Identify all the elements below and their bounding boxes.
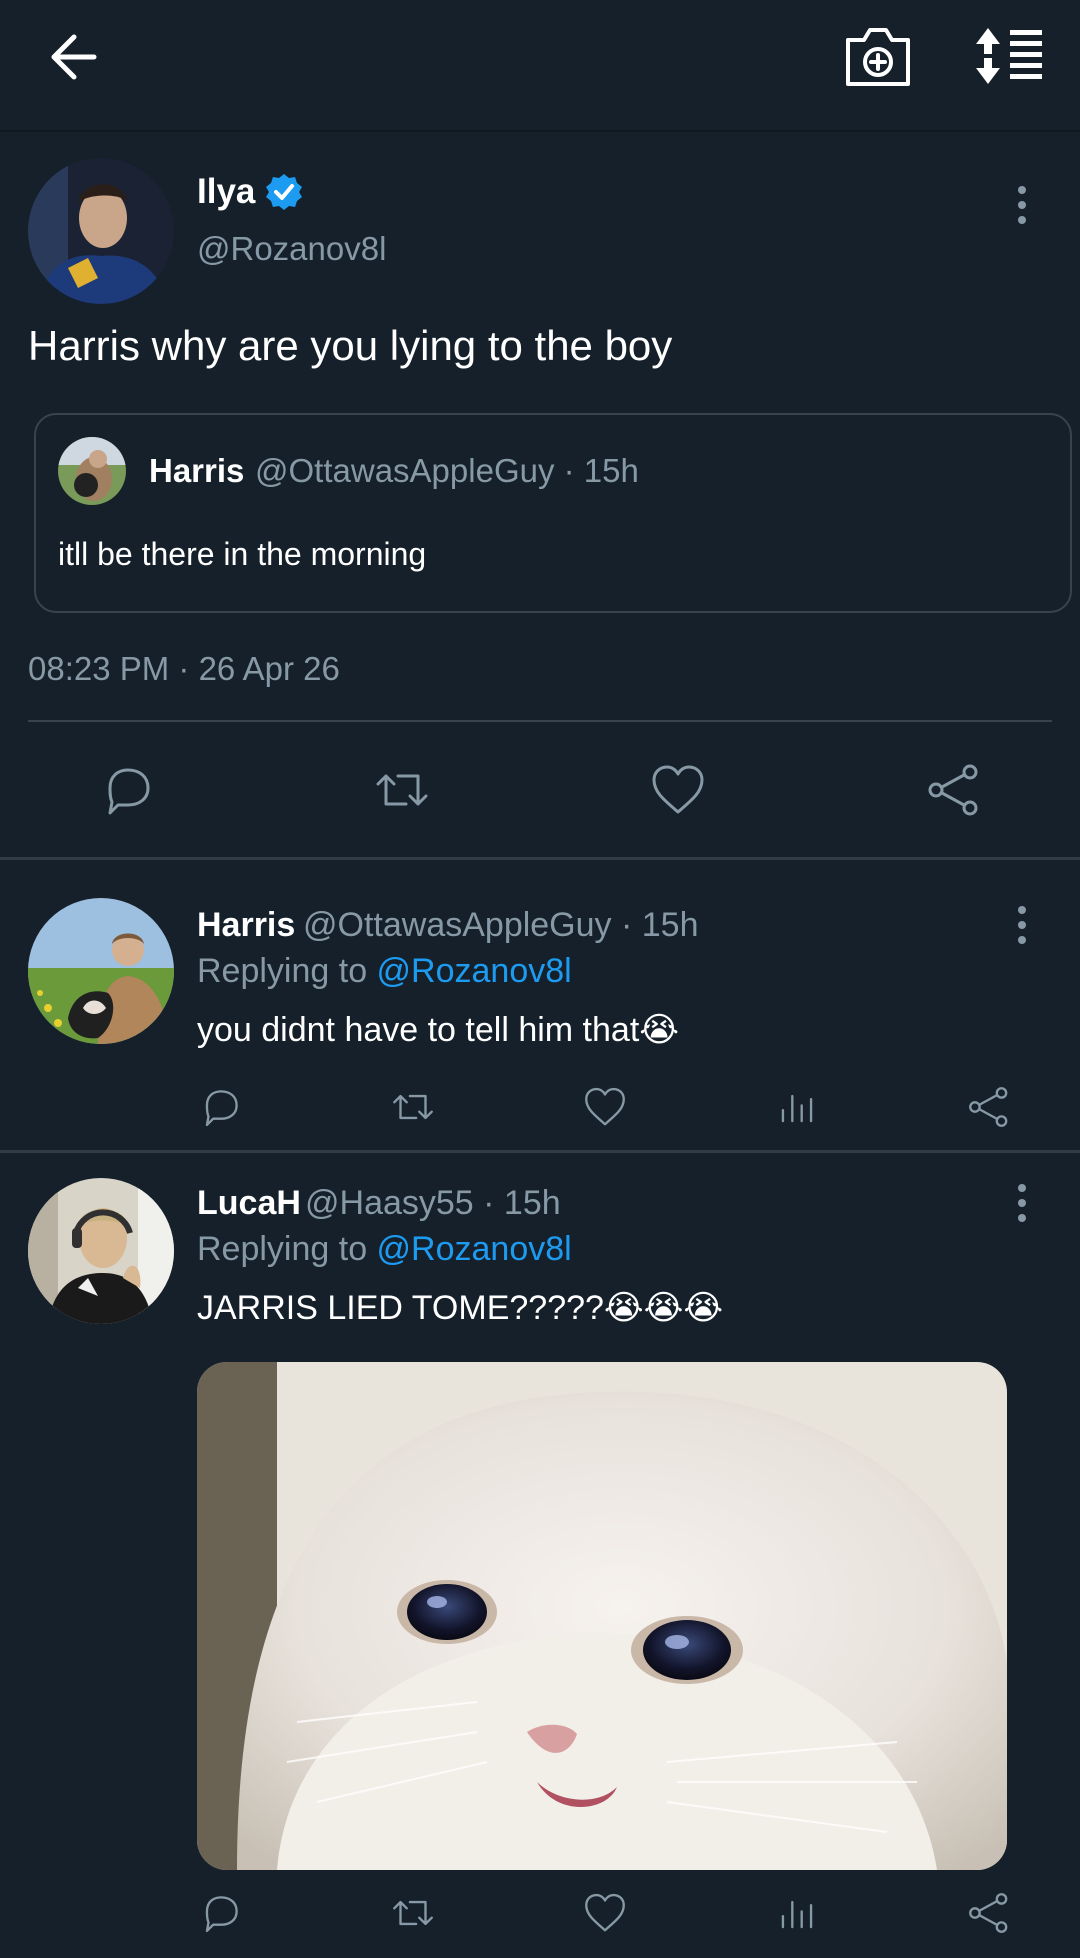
camera-plus-icon[interactable] — [838, 20, 918, 92]
more-vertical-icon[interactable] — [1004, 900, 1040, 950]
separator — [0, 857, 1080, 860]
author-name[interactable]: Ilya — [197, 172, 255, 212]
tweet-timestamp: 08:23 PM · 26 Apr 26 — [28, 650, 340, 687]
reply-icon[interactable] — [96, 758, 160, 822]
heart-icon[interactable] — [580, 1082, 630, 1132]
replying-handle-link[interactable]: @Rozanov8l — [377, 1230, 572, 1268]
replying-prefix: Replying to — [197, 952, 377, 990]
share-icon[interactable] — [964, 1082, 1014, 1132]
author-handle[interactable]: @Rozanov8l — [197, 230, 386, 268]
author-meta[interactable]: @OttawasAppleGuy · 15h — [303, 906, 698, 945]
sort-list-icon[interactable] — [972, 20, 1052, 92]
quote-meta: @OttawasAppleGuy · 15h — [255, 452, 639, 489]
more-vertical-icon[interactable] — [1004, 180, 1040, 230]
reply-text: you didnt have to tell him that😭 — [197, 1011, 679, 1049]
avatar[interactable] — [28, 158, 174, 304]
divider — [28, 720, 1052, 722]
replying-to: Replying to @Rozanov8l — [197, 1230, 572, 1269]
retweet-icon[interactable] — [388, 1082, 438, 1132]
quote-text: itll be there in the morning — [58, 536, 427, 572]
retweet-icon[interactable] — [370, 758, 434, 822]
share-icon[interactable] — [964, 1888, 1014, 1938]
heart-icon[interactable] — [580, 1888, 630, 1938]
share-icon[interactable] — [922, 758, 986, 822]
verified-badge-icon — [266, 174, 302, 210]
media-image[interactable] — [197, 1362, 1007, 1870]
quoted-tweet[interactable] — [34, 413, 1072, 613]
arrow-left-icon[interactable] — [44, 22, 114, 92]
author-name[interactable]: LucaH — [197, 1184, 301, 1223]
replying-prefix: Replying to — [197, 1230, 377, 1268]
retweet-icon[interactable] — [388, 1888, 438, 1938]
heart-icon[interactable] — [646, 758, 710, 822]
avatar[interactable] — [28, 898, 174, 1044]
more-vertical-icon[interactable] — [1004, 1178, 1040, 1228]
analytics-icon[interactable] — [772, 1082, 822, 1132]
top-bar — [0, 0, 1080, 132]
quote-avatar — [58, 437, 126, 505]
reply-icon[interactable] — [196, 1888, 246, 1938]
analytics-icon[interactable] — [772, 1888, 822, 1938]
reply-icon[interactable] — [196, 1082, 246, 1132]
author-meta[interactable]: @Haasy55 · 15h — [305, 1184, 561, 1223]
quote-author-name: Harris — [149, 452, 245, 489]
avatar[interactable] — [28, 1178, 174, 1324]
reply-text: JARRIS LIED TOME?????😭😭😭 — [197, 1289, 724, 1327]
author-name[interactable]: Harris — [197, 906, 295, 945]
separator — [0, 1150, 1080, 1153]
replying-handle-link[interactable]: @Rozanov8l — [377, 952, 572, 990]
tweet-text: Harris why are you lying to the boy — [28, 322, 673, 369]
replying-to: Replying to @Rozanov8l — [197, 952, 572, 991]
